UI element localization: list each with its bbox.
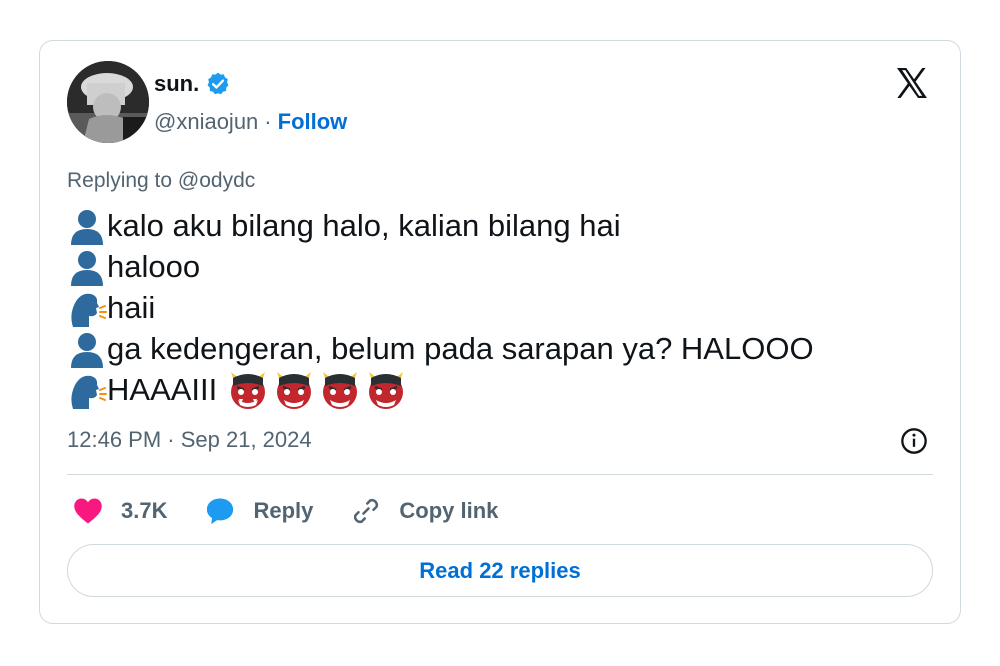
copy-link-label: Copy link (399, 498, 499, 523)
verified-badge-icon (205, 71, 231, 97)
tweet-line: ga kedengeran, belum pada sarapan ya? HA… (67, 328, 927, 369)
tweet-line-text: haii (107, 290, 156, 325)
author-handle[interactable]: @xniaojun (154, 109, 258, 135)
action-bar: 3.7K Reply Copy link (73, 493, 536, 529)
bust-in-silhouette-icon (67, 330, 107, 368)
link-icon (354, 498, 379, 524)
tweet-timestamp[interactable]: 12:46 PM · Sep 21, 2024 (67, 427, 312, 453)
tweet-line-text: halooo (107, 249, 201, 284)
reply-button[interactable]: Reply (205, 496, 313, 526)
replying-to-mention[interactable]: @odydc (178, 169, 255, 192)
tweet-line: kalo aku bilang halo, kalian bilang hai (67, 205, 927, 246)
bust-in-silhouette-icon (67, 248, 107, 286)
ogre-icon (365, 370, 407, 410)
author-name-row: sun. (154, 71, 231, 97)
read-replies-button[interactable]: Read 22 replies (67, 544, 933, 597)
reply-label: Reply (253, 498, 314, 523)
like-button[interactable]: 3.7K (73, 497, 167, 525)
tweet-line-text: kalo aku bilang halo, kalian bilang hai (107, 208, 621, 243)
tweet-line: haii (67, 287, 927, 328)
info-icon[interactable] (900, 427, 928, 455)
ogre-icon (227, 370, 269, 410)
ogre-emoji-group (227, 370, 407, 410)
author-display-name[interactable]: sun. (154, 71, 199, 97)
replying-to: Replying to @odydc (67, 169, 255, 193)
ogre-icon (319, 370, 361, 410)
tweet-line: halooo (67, 246, 927, 287)
tweet-text: kalo aku bilang halo, kalian bilang hai … (67, 205, 927, 410)
tweet-line: HAAAIII (67, 369, 927, 410)
tweet-card: sun. @xniaojun · Follow Replying to @ody… (39, 40, 961, 624)
author-handle-row: @xniaojun · Follow (154, 109, 347, 135)
tweet-line-text: HAAAIII (107, 372, 218, 407)
ogre-icon (273, 370, 315, 410)
bust-in-silhouette-icon (67, 207, 107, 245)
heart-icon (74, 498, 102, 524)
avatar[interactable] (67, 61, 149, 143)
like-count: 3.7K (121, 498, 168, 523)
speaking-head-icon (67, 289, 107, 327)
divider (67, 474, 933, 475)
replying-to-prefix: Replying to (67, 169, 173, 192)
speech-bubble-icon (207, 498, 234, 525)
follow-button[interactable]: Follow (278, 109, 348, 135)
speaking-head-icon (67, 371, 107, 409)
copy-link-button[interactable]: Copy link (351, 496, 498, 526)
x-logo-icon[interactable] (893, 65, 931, 101)
handle-separator: · (264, 109, 272, 134)
tweet-line-text: ga kedengeran, belum pada sarapan ya? HA… (107, 331, 814, 366)
